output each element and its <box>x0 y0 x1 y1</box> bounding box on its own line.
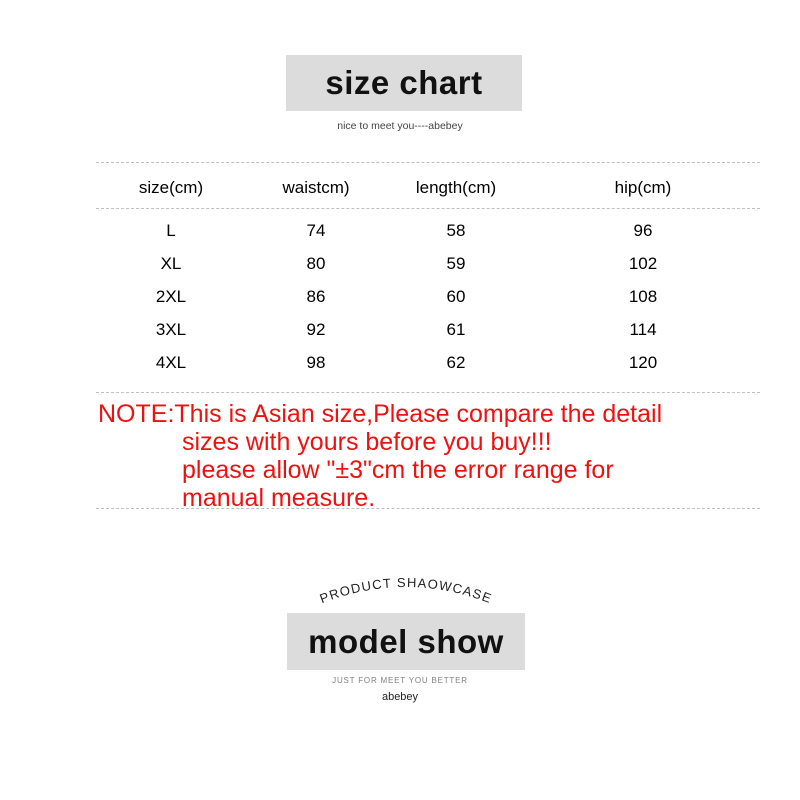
column-header-waist: waistcm) <box>282 178 350 197</box>
note-line-2: sizes with yours before you buy!!! <box>182 428 552 456</box>
product-showcase-arc-text: PRODUCT SHAOWCASE <box>296 566 516 616</box>
size-chart-subtitle: nice to meet you----abebey <box>337 120 463 132</box>
brand-name: abebey <box>381 691 419 703</box>
size-note: NOTE:This is Asian size,Please compare t… <box>96 400 760 512</box>
note-line-3: please allow "±3"cm the error range for <box>182 456 614 484</box>
arc-text-label: PRODUCT SHAOWCASE <box>318 575 495 606</box>
cell-length: 61 <box>446 319 466 339</box>
cell-waist: 86 <box>306 286 326 306</box>
cell-length: 62 <box>446 352 466 372</box>
arc-text-content: PRODUCT SHAOWCASE <box>318 575 494 606</box>
model-show-subtitle: JUST FOR MEET YOU BETTER <box>332 676 468 685</box>
cell-size: 4XL <box>155 352 187 372</box>
column-header-hip: hip(cm) <box>614 178 672 197</box>
table-row: 2XL 86 60 108 <box>96 280 760 313</box>
note-line-4: manual measure. <box>182 484 376 512</box>
size-chart-title: size chart <box>325 64 483 101</box>
size-chart-banner: size chart <box>286 55 522 111</box>
cell-hip: 102 <box>628 253 658 273</box>
cell-hip: 108 <box>628 286 658 306</box>
divider-above-table <box>96 162 760 163</box>
cell-size: 3XL <box>155 319 187 339</box>
size-chart-page: size chart nice to meet you----abebey si… <box>0 0 800 800</box>
table-row: XL 80 59 102 <box>96 247 760 280</box>
cell-size: 2XL <box>155 286 187 306</box>
cell-waist: 80 <box>306 253 326 273</box>
table-row: 3XL 92 61 114 <box>96 313 760 346</box>
cell-length: 59 <box>446 253 466 273</box>
cell-size: L <box>166 220 176 240</box>
cell-waist: 92 <box>306 319 326 339</box>
cell-length: 58 <box>446 220 466 240</box>
cell-length: 60 <box>446 286 466 306</box>
column-header-length: length(cm) <box>415 178 497 197</box>
divider-above-note <box>96 392 760 393</box>
model-show-banner: model show <box>287 613 525 670</box>
cell-hip: 120 <box>628 352 658 372</box>
cell-size: XL <box>160 253 182 273</box>
cell-waist: 74 <box>306 220 326 240</box>
cell-waist: 98 <box>306 352 326 372</box>
model-show-title: model show <box>308 622 504 660</box>
table-header-row: size(cm) waistcm) length(cm) hip(cm) <box>96 168 760 208</box>
size-table: size(cm) waistcm) length(cm) hip(cm) L 7… <box>96 168 760 379</box>
column-header-size: size(cm) <box>138 178 204 197</box>
note-line-1: NOTE:This is Asian size,Please compare t… <box>98 400 663 428</box>
table-row: 4XL 98 62 120 <box>96 346 760 379</box>
table-row: L 74 58 96 <box>96 208 760 247</box>
cell-hip: 114 <box>629 319 657 339</box>
cell-hip: 96 <box>633 220 653 240</box>
